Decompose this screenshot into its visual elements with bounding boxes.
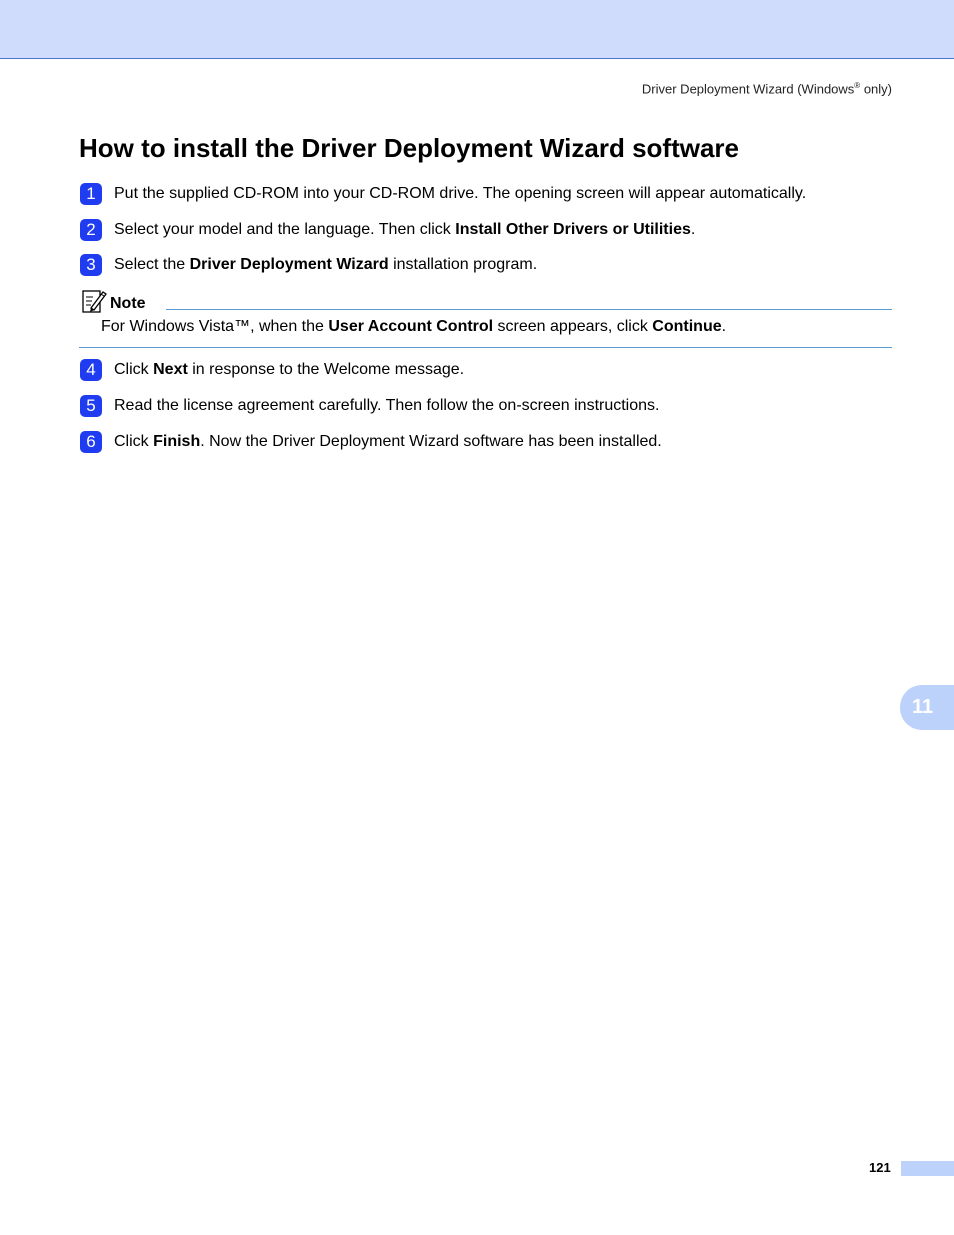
step-4: 4 Click Next in response to the Welcome … <box>80 359 464 381</box>
step-1: 1 Put the supplied CD-ROM into your CD-R… <box>80 183 806 205</box>
note-text: For Windows Vista™, when the User Accoun… <box>101 318 727 335</box>
step-text: Read the license agreement carefully. Th… <box>114 397 660 414</box>
chapter-tab: 11 <box>900 685 954 730</box>
step-text: Select the Driver Deployment Wizard inst… <box>114 256 538 273</box>
note-top-rule <box>165 309 892 310</box>
step-5: 5 Read the license agreement carefully. … <box>80 395 659 417</box>
step-number-badge: 5 <box>80 395 102 417</box>
step-number-badge: 4 <box>80 359 102 381</box>
note-label: Note <box>110 295 146 312</box>
page-title: How to install the Driver Deployment Wiz… <box>79 133 739 163</box>
page-footer-bar <box>901 1161 954 1176</box>
header-band <box>0 0 954 59</box>
running-header: Driver Deployment Wizard (Windows® only) <box>641 81 892 97</box>
step-number-badge: 6 <box>80 431 102 453</box>
note-box: Note For Windows Vista™, when the User A… <box>79 288 892 336</box>
step-number-badge: 1 <box>80 183 102 205</box>
note-pencil-icon <box>82 290 107 313</box>
step-text: Put the supplied CD-ROM into your CD-ROM… <box>114 185 807 202</box>
step-2: 2 Select your model and the language. Th… <box>80 219 695 241</box>
step-text: Click Finish. Now the Driver Deployment … <box>114 433 662 450</box>
step-6: 6 Click Finish. Now the Driver Deploymen… <box>80 431 662 453</box>
note-header: Note <box>79 288 892 314</box>
step-text: Click Next in response to the Welcome me… <box>114 361 465 378</box>
step-text: Select your model and the language. Then… <box>114 221 696 238</box>
step-number-badge: 2 <box>80 219 102 241</box>
page-number: 121 <box>869 1160 891 1175</box>
step-number-badge: 3 <box>80 254 102 276</box>
step-3: 3 Select the Driver Deployment Wizard in… <box>80 254 537 276</box>
note-bottom-rule <box>79 347 892 348</box>
